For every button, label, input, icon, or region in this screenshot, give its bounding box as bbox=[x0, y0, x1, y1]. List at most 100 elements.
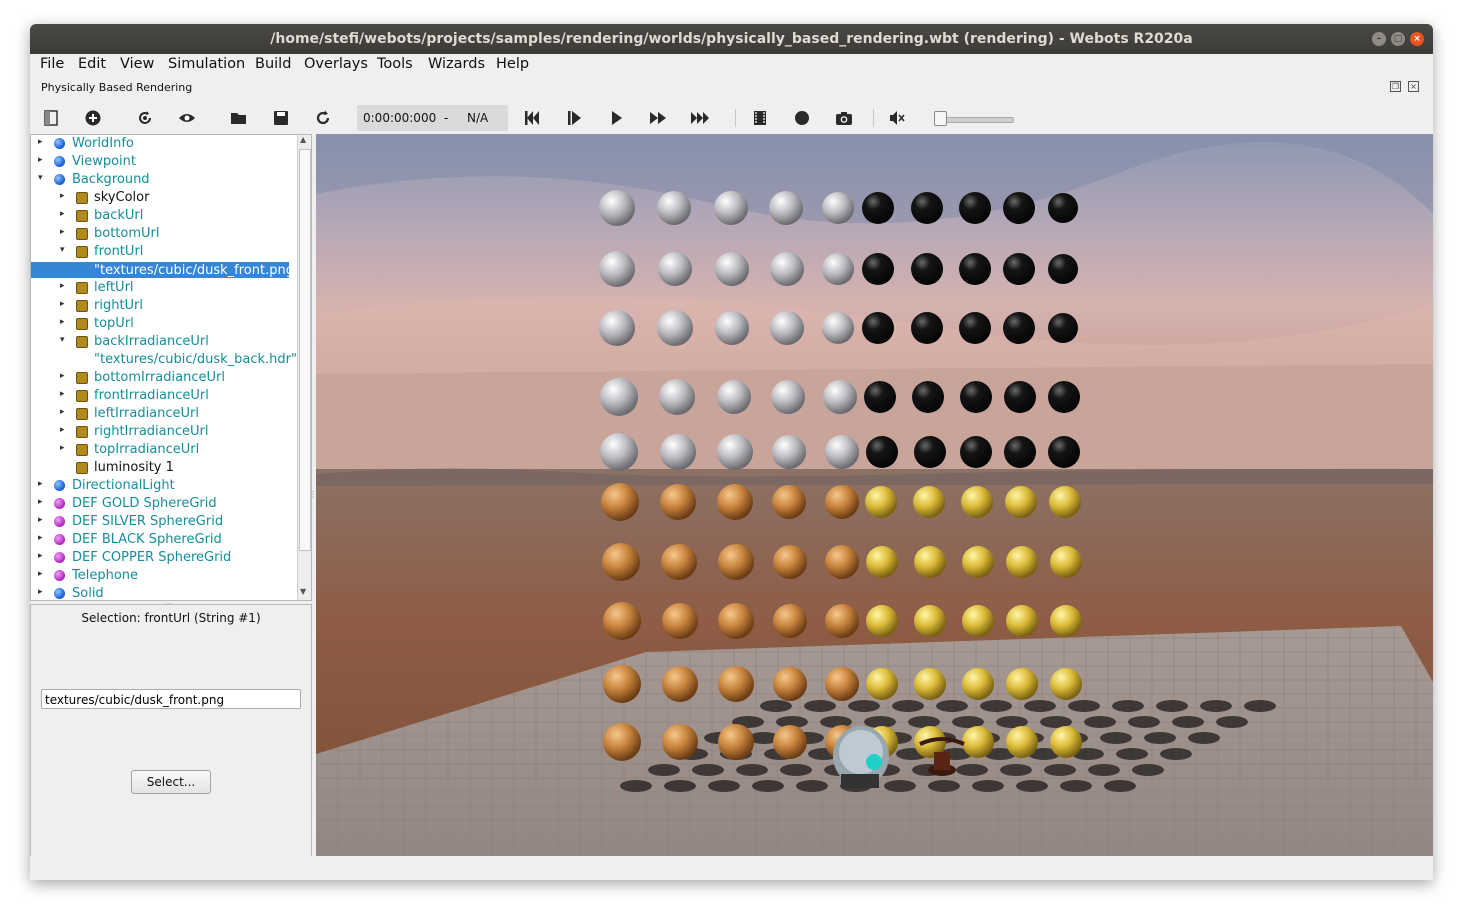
tree-item[interactable]: luminosity 1 bbox=[31, 459, 311, 477]
collapsed-arrow-icon[interactable]: ▸ bbox=[60, 227, 65, 237]
scene-tree-toggle-icon[interactable] bbox=[39, 106, 63, 130]
tree-item[interactable]: ▸ bottomIrradianceUrl bbox=[31, 369, 311, 387]
menu-file[interactable]: File bbox=[40, 56, 64, 72]
material-sphere bbox=[960, 381, 992, 413]
tree-item[interactable]: ▸ DEF SILVER SphereGrid bbox=[31, 513, 311, 531]
field-icon bbox=[76, 192, 88, 204]
view-icon[interactable] bbox=[175, 106, 199, 130]
collapsed-arrow-icon[interactable]: ▸ bbox=[38, 497, 43, 507]
collapsed-arrow-icon[interactable]: ▸ bbox=[60, 407, 65, 417]
tree-item[interactable]: ▸ WorldInfo bbox=[31, 135, 311, 153]
tree-item[interactable]: "textures/cubic/dusk_front.png" bbox=[31, 262, 300, 278]
add-node-icon[interactable] bbox=[81, 106, 105, 130]
collapsed-arrow-icon[interactable]: ▸ bbox=[38, 551, 43, 561]
collapsed-arrow-icon[interactable]: ▸ bbox=[60, 281, 65, 291]
fast-icon[interactable] bbox=[646, 106, 670, 130]
tree-item[interactable]: ▸ Telephone bbox=[31, 567, 311, 585]
collapsed-arrow-icon[interactable]: ▸ bbox=[60, 371, 65, 381]
expanded-arrow-icon[interactable]: ▾ bbox=[38, 173, 43, 183]
tree-item-label: DEF GOLD SphereGrid bbox=[72, 496, 217, 511]
collapsed-arrow-icon[interactable]: ▸ bbox=[38, 137, 43, 147]
mute-icon[interactable] bbox=[885, 106, 909, 130]
sphere-shadow bbox=[1244, 700, 1276, 712]
record-animation-icon[interactable] bbox=[790, 106, 814, 130]
tree-item[interactable]: "textures/cubic/dusk_back.hdr" bbox=[31, 351, 311, 369]
collapsed-arrow-icon[interactable]: ▸ bbox=[60, 317, 65, 327]
maximize-icon[interactable]: □ bbox=[1391, 32, 1405, 46]
menu-tools[interactable]: Tools bbox=[377, 56, 413, 72]
step-icon[interactable] bbox=[562, 106, 586, 130]
tree-item[interactable]: ▸ Viewpoint bbox=[31, 153, 311, 171]
collapsed-arrow-icon[interactable]: ▸ bbox=[60, 425, 65, 435]
open-world-icon[interactable] bbox=[227, 106, 251, 130]
menu-overlays[interactable]: Overlays bbox=[304, 56, 368, 72]
material-sphere bbox=[772, 435, 806, 469]
menu-edit[interactable]: Edit bbox=[78, 56, 106, 72]
material-sphere bbox=[1050, 726, 1082, 758]
collapsed-arrow-icon[interactable]: ▸ bbox=[38, 587, 43, 597]
scroll-up-icon[interactable]: ▲ bbox=[300, 135, 306, 144]
tree-item[interactable]: ▸ DirectionalLight bbox=[31, 477, 311, 495]
select-button[interactable]: Select... bbox=[131, 770, 211, 794]
tree-item[interactable]: ▸ topUrl bbox=[31, 315, 311, 333]
dock-float-icon[interactable]: ❐ bbox=[1390, 81, 1401, 92]
volume-slider-handle[interactable] bbox=[933, 111, 947, 126]
record-movie-icon[interactable] bbox=[748, 106, 772, 130]
collapsed-arrow-icon[interactable]: ▸ bbox=[60, 299, 65, 309]
fastest-icon[interactable] bbox=[688, 106, 712, 130]
tree-item[interactable]: ▸ DEF COPPER SphereGrid bbox=[31, 549, 311, 567]
collapsed-arrow-icon[interactable]: ▸ bbox=[38, 533, 43, 543]
reset-simulation-icon[interactable] bbox=[311, 106, 335, 130]
tree-item[interactable]: ▸ backUrl bbox=[31, 207, 311, 225]
menu-build[interactable]: Build bbox=[255, 56, 291, 72]
dock-close-icon[interactable]: × bbox=[1408, 81, 1419, 92]
menu-bar: File Edit View Simulation Build Overlays… bbox=[30, 54, 1433, 76]
reset-time-icon[interactable] bbox=[520, 106, 544, 130]
collapsed-arrow-icon[interactable]: ▸ bbox=[60, 389, 65, 399]
menu-help[interactable]: Help bbox=[496, 56, 529, 72]
tree-item-label: luminosity 1 bbox=[94, 460, 174, 475]
tree-item[interactable]: ▸ leftUrl bbox=[31, 279, 311, 297]
expanded-arrow-icon[interactable]: ▾ bbox=[60, 335, 65, 345]
expanded-arrow-icon[interactable]: ▾ bbox=[60, 245, 65, 255]
proto-node-icon bbox=[54, 516, 65, 527]
tree-item[interactable]: ▸ skyColor bbox=[31, 189, 311, 207]
collapsed-arrow-icon[interactable]: ▸ bbox=[38, 569, 43, 579]
collapsed-arrow-icon[interactable]: ▸ bbox=[38, 515, 43, 525]
tree-item[interactable]: ▸ bottomUrl bbox=[31, 225, 311, 243]
tree-item[interactable]: ▾ backIrradianceUrl bbox=[31, 333, 311, 351]
sphere-shadow bbox=[980, 700, 1012, 712]
menu-wizards[interactable]: Wizards bbox=[428, 56, 485, 72]
tree-item[interactable]: ▸ DEF GOLD SphereGrid bbox=[31, 495, 311, 513]
tree-item[interactable]: ▸ DEF BLACK SphereGrid bbox=[31, 531, 311, 549]
scroll-down-icon[interactable]: ▼ bbox=[300, 587, 306, 596]
collapsed-arrow-icon[interactable]: ▸ bbox=[60, 191, 65, 201]
screenshot-icon[interactable] bbox=[832, 106, 856, 130]
material-sphere bbox=[1006, 668, 1038, 700]
tree-item[interactable]: ▸ rightUrl bbox=[31, 297, 311, 315]
url-value-input[interactable]: textures/cubic/dusk_front.png bbox=[41, 689, 301, 709]
tree-item[interactable]: ▸ rightIrradianceUrl bbox=[31, 423, 311, 441]
run-icon[interactable] bbox=[604, 106, 628, 130]
tree-item[interactable]: ▸ frontIrradianceUrl bbox=[31, 387, 311, 405]
tree-item[interactable]: ▸ Solid bbox=[31, 585, 311, 600]
reload-world-icon[interactable] bbox=[133, 106, 157, 130]
menu-view[interactable]: View bbox=[120, 56, 154, 72]
material-sphere bbox=[715, 252, 749, 286]
tree-item[interactable]: ▸ leftIrradianceUrl bbox=[31, 405, 311, 423]
save-world-icon[interactable] bbox=[269, 106, 293, 130]
collapsed-arrow-icon[interactable]: ▸ bbox=[38, 155, 43, 165]
tree-item[interactable]: ▾ Background bbox=[31, 171, 311, 189]
title-bar[interactable]: /home/stefi/webots/projects/samples/rend… bbox=[30, 24, 1433, 54]
3d-view[interactable] bbox=[316, 134, 1433, 856]
tree-item[interactable]: ▾ frontUrl bbox=[31, 243, 311, 261]
menu-simulation[interactable]: Simulation bbox=[168, 56, 245, 72]
collapsed-arrow-icon[interactable]: ▸ bbox=[60, 443, 65, 453]
material-sphere bbox=[911, 192, 943, 224]
collapsed-arrow-icon[interactable]: ▸ bbox=[38, 479, 43, 489]
minimize-icon[interactable]: – bbox=[1372, 32, 1386, 46]
collapsed-arrow-icon[interactable]: ▸ bbox=[60, 209, 65, 219]
close-icon[interactable]: × bbox=[1410, 32, 1424, 46]
material-sphere bbox=[912, 381, 944, 413]
tree-item[interactable]: ▸ topIrradianceUrl bbox=[31, 441, 311, 459]
